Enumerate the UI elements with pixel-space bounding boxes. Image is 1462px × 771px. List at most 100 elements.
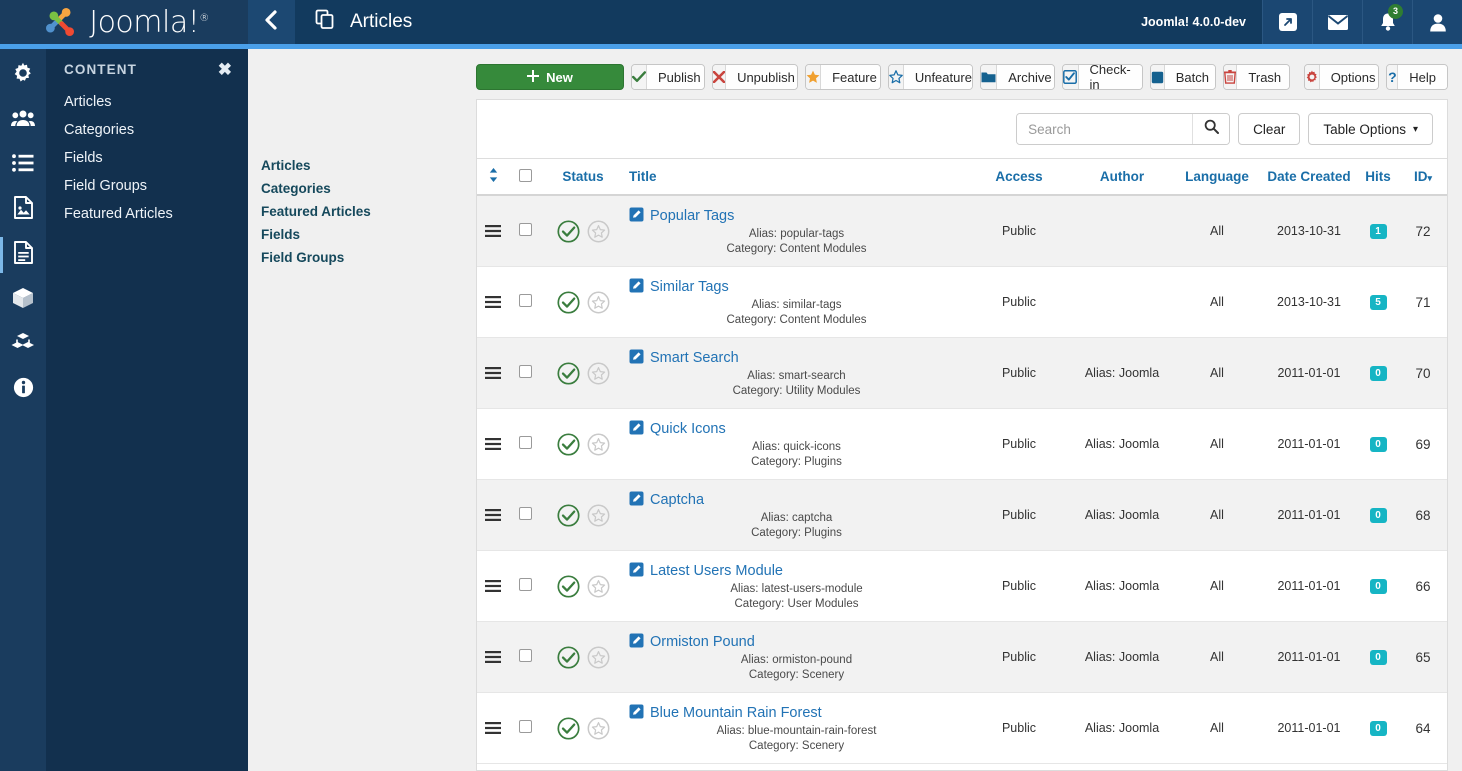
brand-logo-area[interactable]: Joomla!® [0,0,248,44]
publish-button[interactable]: Publish [631,64,706,90]
row-checkbox[interactable] [518,507,532,520]
col-select-all[interactable] [509,158,541,196]
row-drag-handle[interactable] [477,479,509,551]
edit-article-icon[interactable] [629,633,644,651]
help-button[interactable]: ? Help [1386,64,1449,90]
rail-item-content[interactable] [0,235,46,275]
feature-status-icon[interactable] [587,291,610,314]
article-title-link[interactable]: Smart Search [650,350,739,366]
edit-article-icon[interactable] [629,704,644,722]
col-ordering[interactable] [477,158,509,196]
row-drag-handle[interactable] [477,692,509,764]
article-title-link[interactable]: Popular Tags [650,208,734,224]
unpublish-button[interactable]: Unpublish [712,64,799,90]
table-scroll-area[interactable]: Status Title Access Author Language Date… [477,158,1447,770]
col-hits[interactable]: Hits [1357,158,1399,196]
feature-status-icon[interactable] [587,220,610,243]
subnav-item-categories[interactable]: Categories [261,177,463,200]
feature-status-icon[interactable] [587,362,610,385]
menu-item-articles[interactable]: Articles [46,88,248,116]
article-title-link[interactable]: Quick Icons [650,421,726,437]
rail-item-system[interactable] [0,55,46,95]
user-account-icon[interactable] [1412,0,1462,44]
preview-site-icon[interactable] [1262,0,1312,44]
subnav-item-articles[interactable]: Articles [261,154,463,177]
row-select-cell[interactable] [509,621,541,693]
publish-status-icon[interactable] [556,432,580,456]
row-drag-handle[interactable] [477,621,509,693]
menu-item-categories[interactable]: Categories [46,116,248,144]
col-title[interactable]: Title [625,158,967,196]
back-button[interactable] [248,0,295,44]
row-checkbox[interactable] [518,365,532,378]
rail-item-extensions[interactable] [0,280,46,320]
article-title-link[interactable]: Blue Mountain Rain Forest [650,705,822,721]
row-select-cell[interactable] [509,195,541,267]
row-drag-handle[interactable] [477,550,509,622]
col-language[interactable]: Language [1173,158,1261,196]
notifications-icon[interactable]: 3 [1362,0,1412,44]
row-select-cell[interactable] [509,550,541,622]
row-checkbox[interactable] [518,294,532,307]
table-options-button[interactable]: Table Options ▾ [1308,113,1433,145]
subnav-item-field-groups[interactable]: Field Groups [261,246,463,269]
row-select-cell[interactable] [509,266,541,338]
row-select-cell[interactable] [509,337,541,409]
options-button[interactable]: Options [1303,64,1380,90]
edit-article-icon[interactable] [629,491,644,509]
rail-item-menus[interactable] [0,145,46,185]
clear-button[interactable]: Clear [1238,113,1301,145]
feature-button[interactable]: Feature [805,64,881,90]
edit-article-icon[interactable] [629,420,644,438]
new-button[interactable]: New [476,64,624,90]
archive-button[interactable]: Archive [980,64,1055,90]
trash-button[interactable]: Trash [1223,64,1290,90]
row-select-cell[interactable] [509,479,541,551]
row-select-cell[interactable] [509,408,541,480]
menu-item-featured-articles[interactable]: Featured Articles [46,200,248,228]
article-title-link[interactable]: Similar Tags [650,279,729,295]
feature-status-icon[interactable] [587,433,610,456]
article-title-link[interactable]: Captcha [650,492,704,508]
messages-icon[interactable] [1312,0,1362,44]
publish-status-icon[interactable] [556,574,580,598]
feature-status-icon[interactable] [587,717,610,740]
row-checkbox[interactable] [518,223,532,236]
row-drag-handle[interactable] [477,408,509,480]
publish-status-icon[interactable] [556,290,580,314]
col-author[interactable]: Author [1071,158,1173,196]
search-input[interactable] [1017,114,1193,144]
article-title-link[interactable]: Latest Users Module [650,563,783,579]
edit-article-icon[interactable] [629,349,644,367]
row-select-cell[interactable] [509,692,541,764]
select-all-checkbox[interactable] [518,168,532,182]
rail-item-modules[interactable] [0,325,46,365]
publish-status-icon[interactable] [556,503,580,527]
feature-status-icon[interactable] [587,646,610,669]
row-drag-handle[interactable] [477,266,509,338]
edit-article-icon[interactable] [629,562,644,580]
col-date-created[interactable]: Date Created [1261,158,1357,196]
row-checkbox[interactable] [518,720,532,733]
row-checkbox[interactable] [518,649,532,662]
search-button[interactable] [1192,114,1230,144]
row-drag-handle[interactable] [477,337,509,409]
edit-article-icon[interactable] [629,207,644,225]
subnav-item-featured-articles[interactable]: Featured Articles [261,200,463,223]
edit-article-icon[interactable] [629,278,644,296]
rail-item-help[interactable] [0,370,46,410]
col-status[interactable]: Status [541,158,625,196]
batch-button[interactable]: Batch [1149,64,1217,90]
publish-status-icon[interactable] [556,645,580,669]
article-title-link[interactable]: Ormiston Pound [650,634,755,650]
feature-status-icon[interactable] [587,504,610,527]
publish-status-icon[interactable] [556,361,580,385]
row-drag-handle[interactable] [477,195,509,267]
unfeature-button[interactable]: Unfeature [887,64,974,90]
row-checkbox[interactable] [518,436,532,449]
menu-item-fields[interactable]: Fields [46,144,248,172]
subnav-item-fields[interactable]: Fields [261,223,463,246]
col-access[interactable]: Access [967,158,1071,196]
checkin-button[interactable]: Check-in [1061,64,1143,90]
menu-item-field-groups[interactable]: Field Groups [46,172,248,200]
